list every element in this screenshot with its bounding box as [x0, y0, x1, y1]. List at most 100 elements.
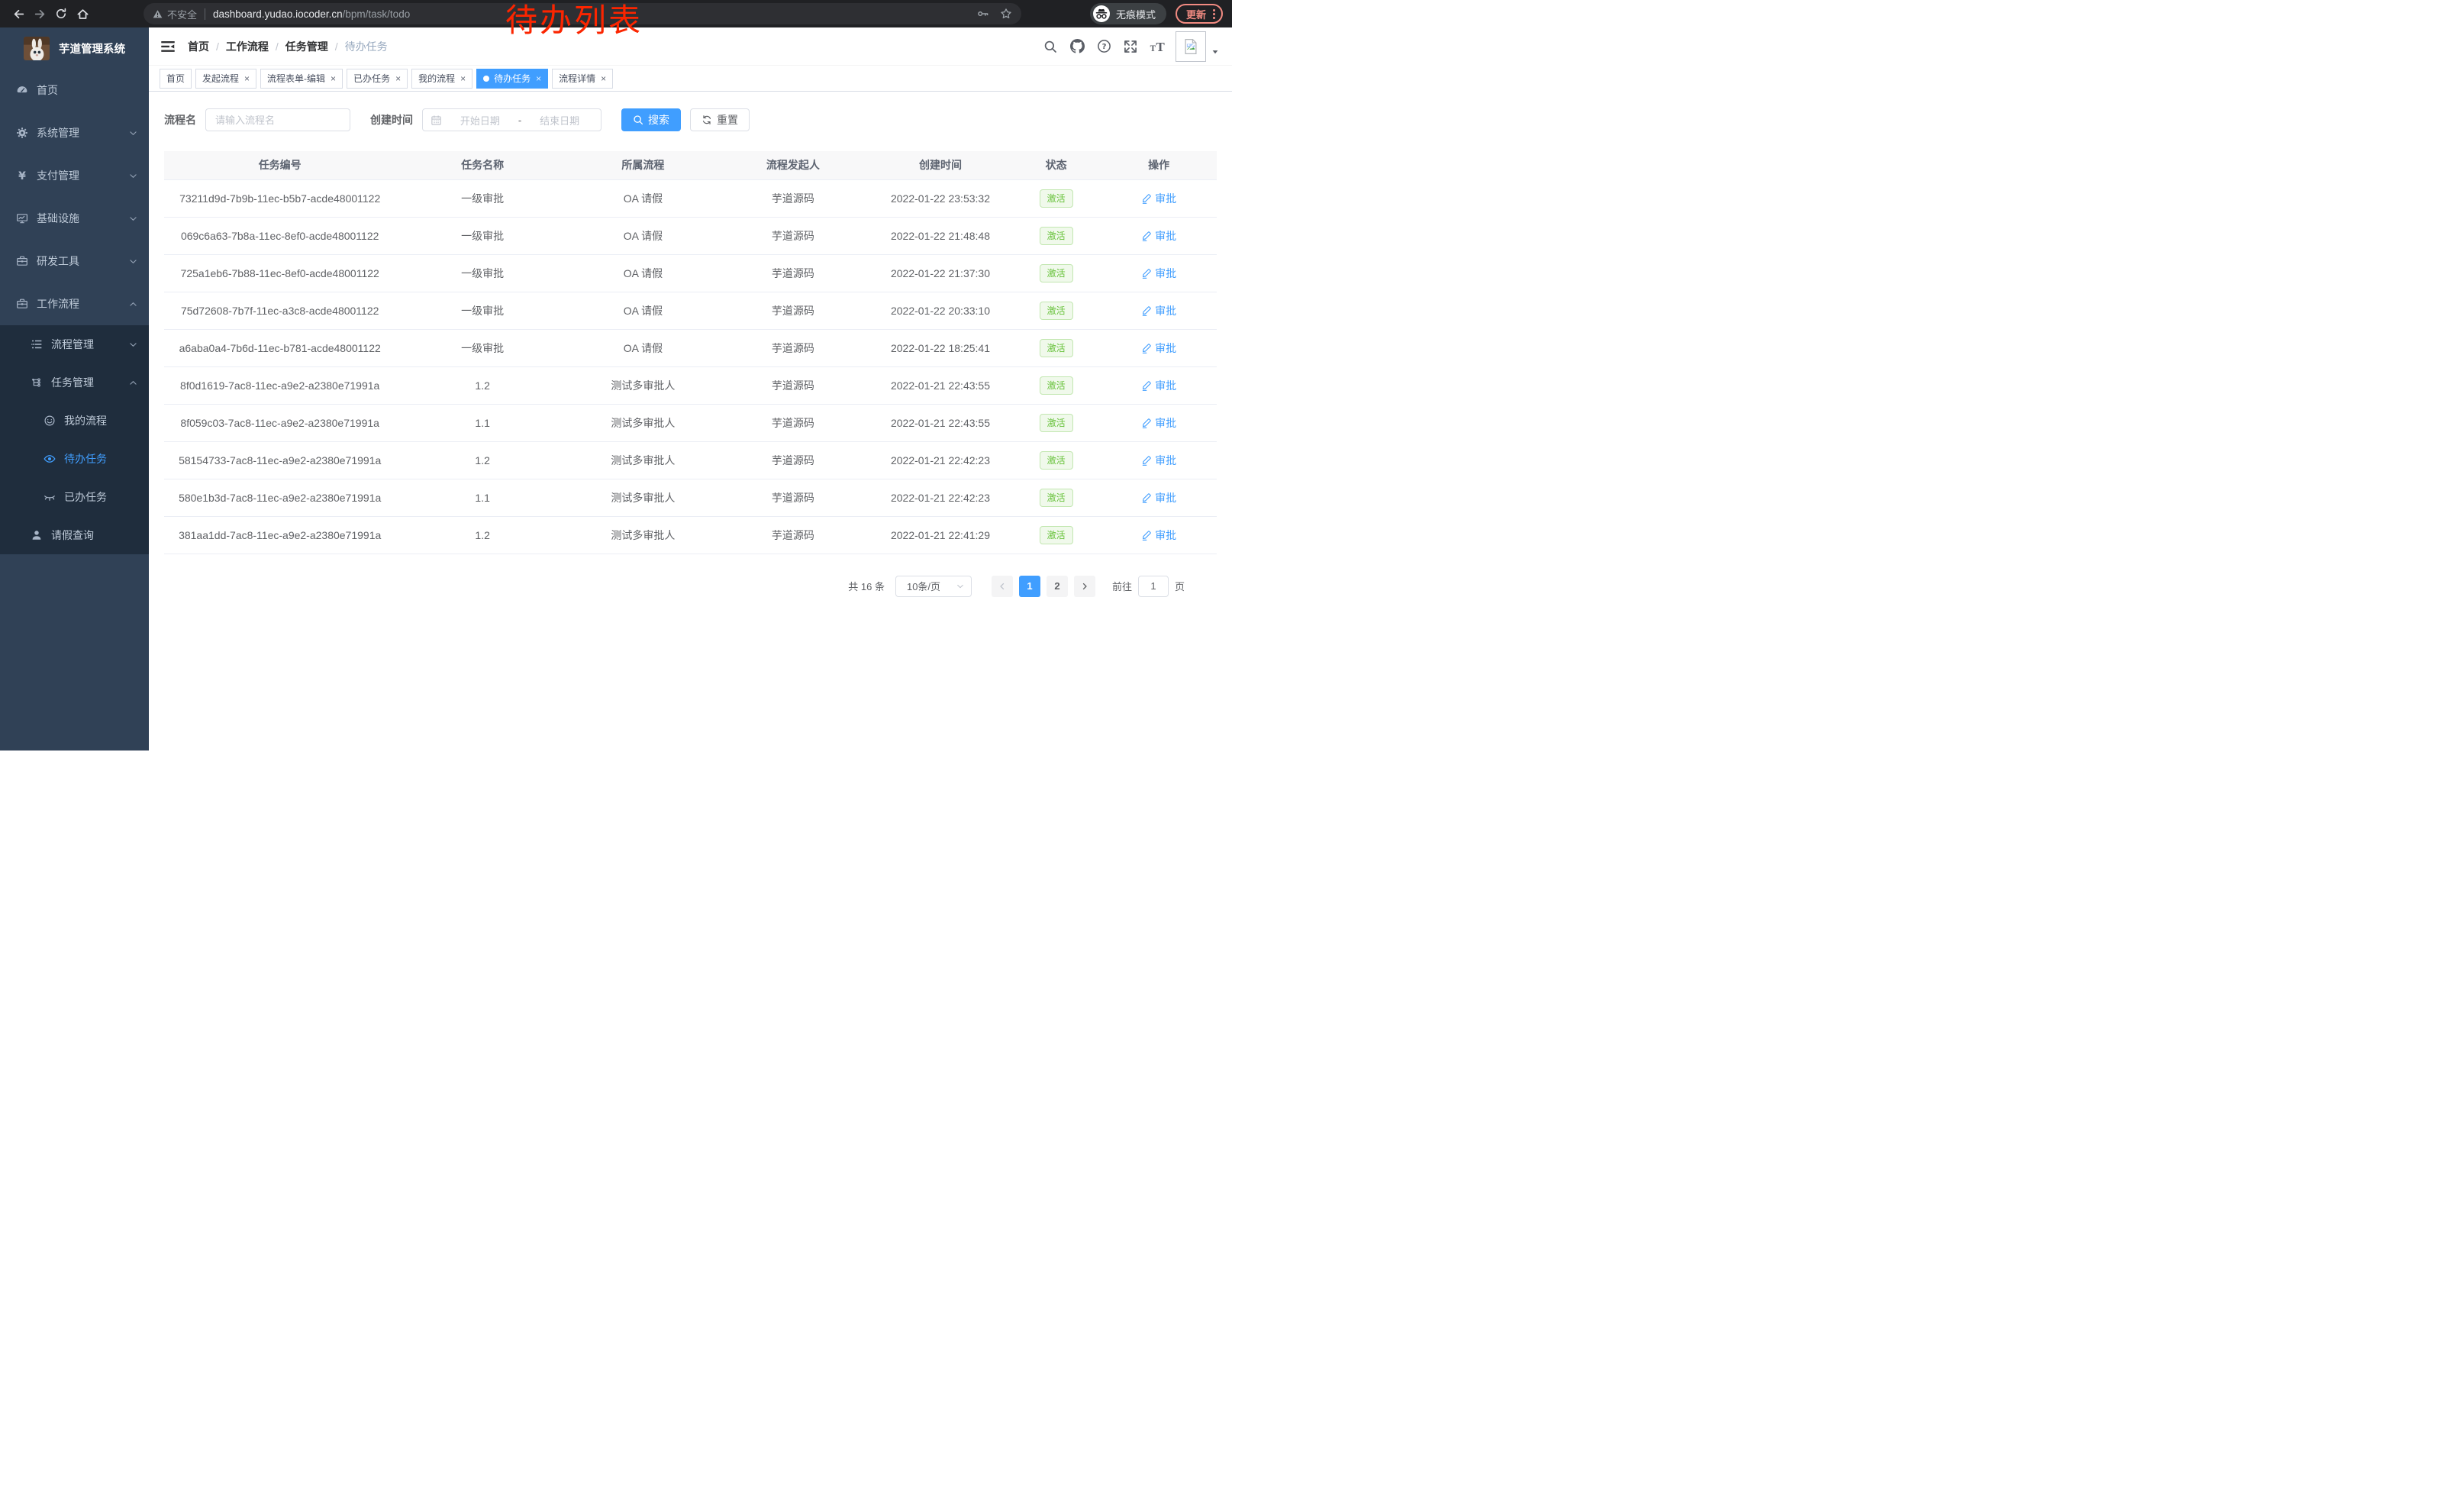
sidebar-item-system[interactable]: 系统管理: [0, 111, 149, 154]
sidebar-item-infrastructure[interactable]: 基础设施: [0, 197, 149, 240]
close-icon[interactable]: ×: [331, 74, 336, 83]
fullscreen-button[interactable]: [1123, 39, 1138, 54]
top-navbar: 首页 / 工作流程 / 任务管理 / 待办任务 ? TT: [149, 27, 1232, 66]
close-icon[interactable]: ×: [244, 74, 250, 83]
incognito-icon: [1093, 5, 1110, 22]
sidebar-item-label: 工作流程: [37, 296, 79, 311]
page-button-2[interactable]: 2: [1047, 576, 1068, 597]
browser-menu-icon[interactable]: [1213, 9, 1215, 19]
approve-link[interactable]: 审批: [1141, 453, 1176, 468]
breadcrumb-workflow[interactable]: 工作流程: [226, 39, 269, 54]
sidebar-item-todo-task[interactable]: 待办任务: [0, 440, 149, 478]
cell-task-id: 8f059c03-7ac8-11ec-a9e2-a2380e71991a: [164, 404, 395, 441]
approve-link[interactable]: 审批: [1141, 266, 1176, 281]
close-icon[interactable]: ×: [460, 74, 466, 83]
sidebar-item-task-mgmt[interactable]: 任务管理: [0, 363, 149, 402]
address-bar[interactable]: 不安全 dashboard.yudao.iocoder.cn/bpm/task/…: [144, 3, 1021, 24]
approve-link[interactable]: 审批: [1141, 490, 1176, 505]
help-button[interactable]: ?: [1096, 39, 1111, 54]
avatar[interactable]: [1176, 31, 1206, 62]
insecure-warning-icon: [153, 9, 163, 19]
cell-status: 激活: [1011, 516, 1101, 554]
calendar-icon: [431, 115, 442, 126]
tab-process-detail[interactable]: 流程详情×: [552, 69, 613, 89]
password-key-icon[interactable]: [977, 8, 989, 20]
tab-start-process[interactable]: 发起流程×: [195, 69, 256, 89]
tab-todo-task[interactable]: 待办任务×: [476, 69, 548, 89]
approve-link[interactable]: 审批: [1141, 341, 1176, 356]
approve-link[interactable]: 审批: [1141, 303, 1176, 318]
sidebar-item-workflow[interactable]: 工作流程: [0, 282, 149, 325]
arrow-right-icon: [1080, 582, 1089, 591]
sidebar-item-dev-tools[interactable]: 研发工具: [0, 240, 149, 282]
search-icon: [633, 115, 643, 125]
refresh-icon: [701, 115, 712, 125]
approve-link[interactable]: 审批: [1141, 191, 1176, 206]
tab-my-process[interactable]: 我的流程×: [411, 69, 472, 89]
sidebar-toggle-button[interactable]: [160, 39, 176, 54]
browser-update-button[interactable]: 更新: [1176, 4, 1223, 24]
approve-link[interactable]: 审批: [1141, 228, 1176, 244]
font-size-button[interactable]: TT: [1150, 39, 1165, 54]
page-size-select[interactable]: 10条/页: [895, 576, 972, 597]
browser-forward-button[interactable]: [29, 3, 50, 24]
approve-link[interactable]: 审批: [1141, 378, 1176, 393]
process-name-input[interactable]: [205, 108, 350, 131]
status-badge: 激活: [1040, 526, 1073, 544]
sidebar-item-my-process[interactable]: 我的流程: [0, 402, 149, 440]
filter-form: 流程名 创建时间 开始日期 - 结束日期 搜索 重置: [164, 108, 1217, 131]
tab-done-task[interactable]: 已办任务×: [347, 69, 408, 89]
sidebar-item-process-mgmt[interactable]: 流程管理: [0, 325, 149, 363]
close-icon[interactable]: ×: [536, 74, 541, 83]
page-button-1[interactable]: 1: [1019, 576, 1040, 597]
cell-task-id: 58154733-7ac8-11ec-a9e2-a2380e71991a: [164, 441, 395, 479]
caret-down-icon: [1211, 47, 1220, 56]
breadcrumb-home[interactable]: 首页: [188, 39, 209, 54]
goto-page-input[interactable]: [1138, 576, 1169, 597]
cell-starter: 芋道源码: [717, 404, 869, 441]
breadcrumb-task-mgmt[interactable]: 任务管理: [285, 39, 328, 54]
update-label: 更新: [1186, 7, 1206, 21]
bookmark-star-icon[interactable]: [1000, 8, 1012, 20]
chevron-down-icon: [128, 171, 138, 181]
date-range-picker[interactable]: 开始日期 - 结束日期: [422, 108, 601, 131]
app-logo[interactable]: 芋道管理系统: [0, 27, 149, 69]
tab-form-edit[interactable]: 流程表单-编辑×: [260, 69, 343, 89]
table-row: 580e1b3d-7ac8-11ec-a9e2-a2380e71991a1.1测…: [164, 479, 1217, 516]
reset-button[interactable]: 重置: [690, 108, 750, 131]
browser-home-button[interactable]: [72, 3, 93, 24]
browser-reload-button[interactable]: [50, 3, 72, 24]
cell-starter: 芋道源码: [717, 254, 869, 292]
avatar-menu-caret[interactable]: [1211, 47, 1220, 56]
sidebar-item-done-task[interactable]: 已办任务: [0, 478, 149, 516]
cell-status: 激活: [1011, 441, 1101, 479]
cell-action: 审批: [1101, 254, 1217, 292]
chevron-down-icon: [128, 257, 138, 266]
approve-link[interactable]: 审批: [1141, 528, 1176, 543]
search-button[interactable]: 搜索: [621, 108, 681, 131]
sidebar-item-payment[interactable]: ¥支付管理: [0, 154, 149, 197]
table-row: 8f0d1619-7ac8-11ec-a9e2-a2380e71991a1.2测…: [164, 366, 1217, 404]
approve-link[interactable]: 审批: [1141, 415, 1176, 431]
github-link[interactable]: [1069, 39, 1085, 54]
cell-action: 审批: [1101, 516, 1217, 554]
pagination-total: 共 16 条: [848, 579, 885, 593]
browser-back-button[interactable]: [8, 3, 29, 24]
breadcrumb-current: 待办任务: [345, 39, 388, 54]
status-badge: 激活: [1040, 264, 1073, 282]
url-text: dashboard.yudao.iocoder.cn/bpm/task/todo: [213, 8, 410, 20]
column-header: 操作: [1101, 151, 1217, 179]
close-icon[interactable]: ×: [395, 74, 401, 83]
prev-page-button[interactable]: [992, 576, 1013, 597]
close-icon[interactable]: ×: [601, 74, 606, 83]
cell-task-id: 069c6a63-7b8a-11ec-8ef0-acde48001122: [164, 217, 395, 254]
sidebar-item-home[interactable]: 首页: [0, 69, 149, 111]
sidebar-item-leave-query[interactable]: 请假查询: [0, 516, 149, 554]
logo-image: [24, 37, 50, 60]
cell-task-name: 一级审批: [395, 292, 569, 329]
next-page-button[interactable]: [1074, 576, 1095, 597]
task-table: 任务编号任务名称所属流程流程发起人创建时间状态操作 73211d9d-7b9b-…: [164, 151, 1217, 554]
tab-home[interactable]: 首页: [160, 69, 192, 89]
header-search-button[interactable]: [1043, 39, 1058, 54]
cell-status: 激活: [1011, 479, 1101, 516]
